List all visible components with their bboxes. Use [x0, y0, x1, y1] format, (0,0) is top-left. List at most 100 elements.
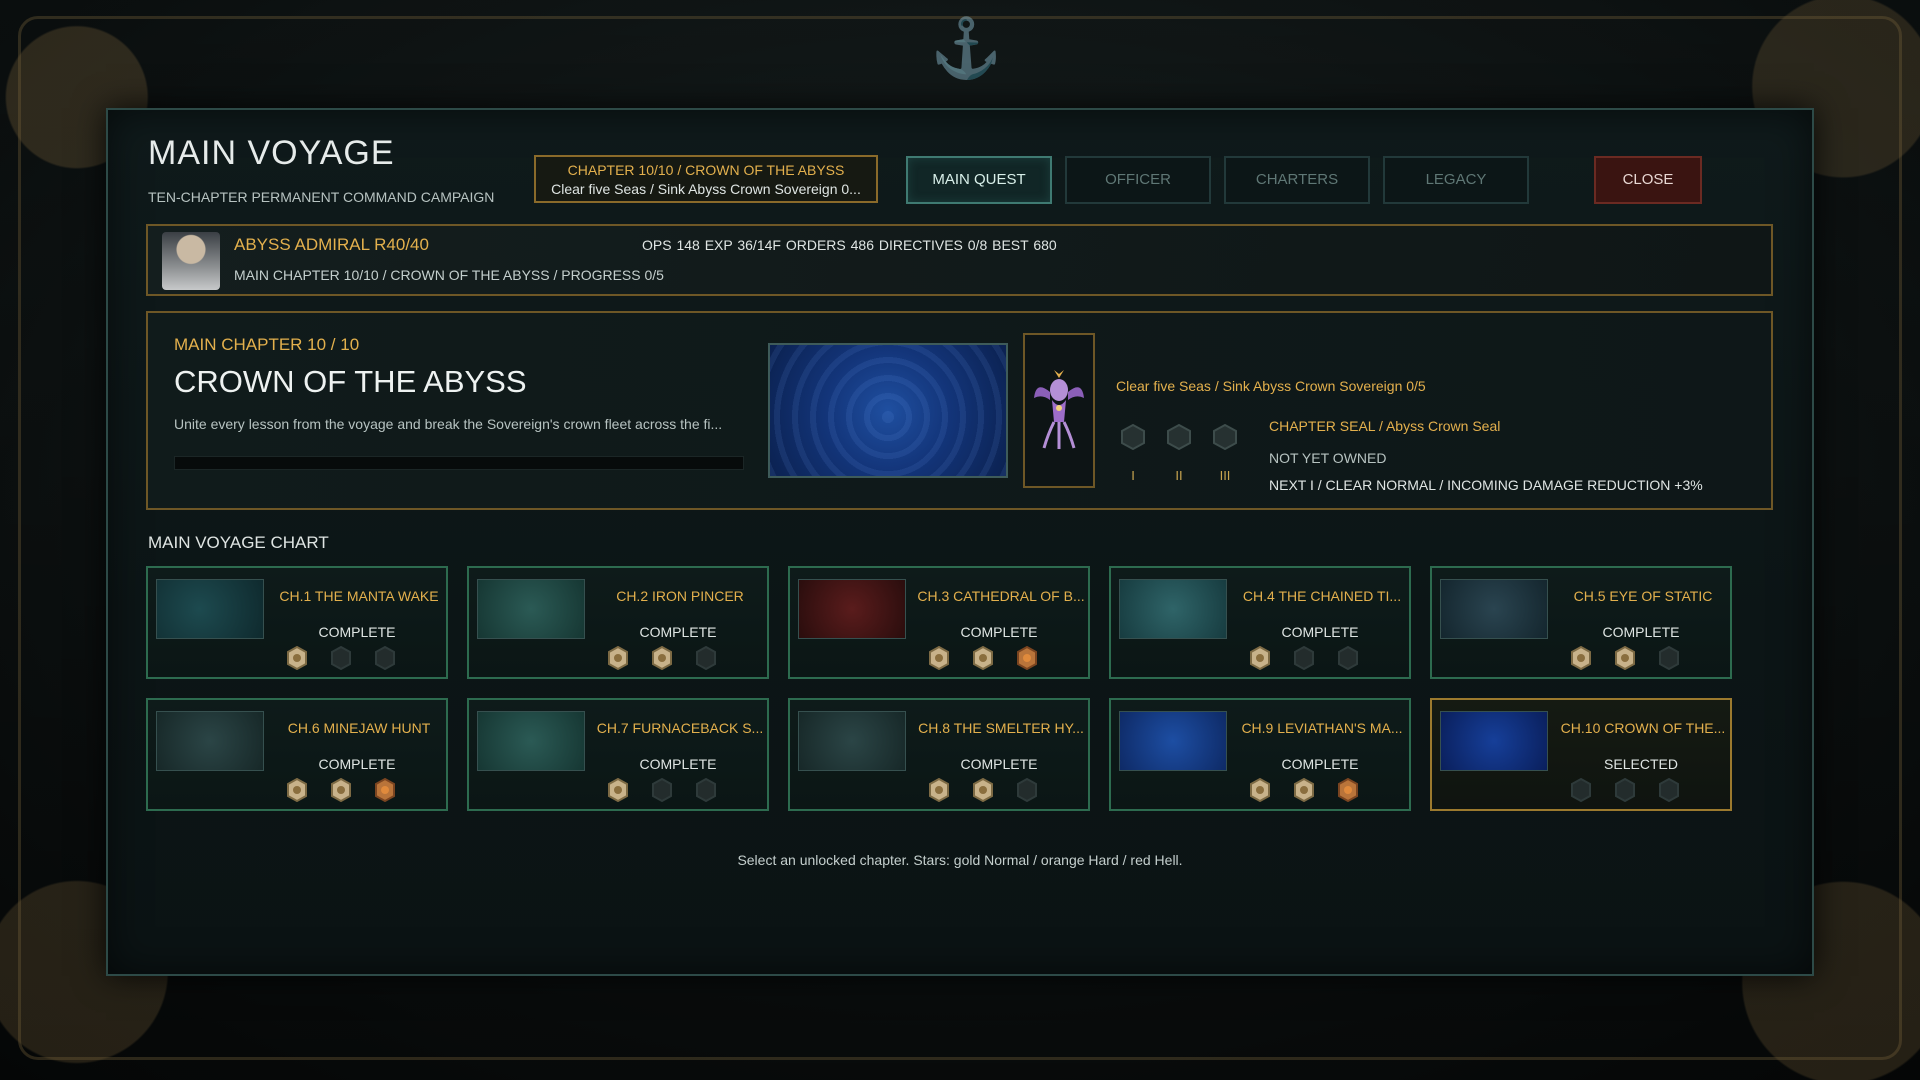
chapter-status: COMPLETE: [639, 756, 717, 772]
seal-tier-label: I: [1131, 468, 1135, 483]
current-chapter-objective: Clear five Seas / Sink Abyss Crown Sover…: [551, 181, 861, 197]
chapter-card[interactable]: CH.6 MINEJAW HUNT COMPLETE: [146, 698, 448, 811]
chapter-card[interactable]: CH.2 IRON PINCER COMPLETE: [467, 566, 769, 679]
tab-charters[interactable]: CHARTERS: [1224, 156, 1370, 204]
empty-star-icon: [375, 646, 395, 670]
chapter-stars: [1249, 646, 1389, 670]
seal-tier-icon: [1167, 424, 1191, 450]
empty-star-icon: [1571, 778, 1591, 802]
chapter-thumbnail: [477, 579, 585, 639]
chapter-thumbnail: [156, 579, 264, 639]
chapter-name: CH.1 THE MANTA WAKE: [279, 588, 439, 604]
chapter-thumbnail: [1119, 579, 1227, 639]
chapter-stars: [1570, 646, 1710, 670]
chapter-status: COMPLETE: [960, 756, 1038, 772]
chapter-stars: [607, 646, 747, 670]
avatar: [162, 232, 220, 290]
chapter-stars: [286, 778, 426, 802]
empty-star-icon: [1659, 646, 1679, 670]
chapter-name: CH.7 FURNACEBACK S...: [596, 720, 764, 736]
chapter-thumbnail: [156, 711, 264, 771]
chapter-card[interactable]: CH.7 FURNACEBACK S... COMPLETE: [467, 698, 769, 811]
commander-chapter-progress: MAIN CHAPTER 10/10 / CROWN OF THE ABYSS …: [234, 267, 664, 283]
seal-tier-icon: [1213, 424, 1237, 450]
chapter-thumbnail: [1119, 711, 1227, 771]
commander-name-rank: ABYSS ADMIRAL R40/40: [234, 235, 429, 254]
chapter-thumbnail: [798, 579, 906, 639]
chapter-detail-title: CROWN OF THE ABYSS: [174, 364, 527, 399]
commander-profile-bar: ABYSS ADMIRAL R40/40 OPS 148 EXP 36/14F …: [146, 224, 1773, 296]
close-button[interactable]: CLOSE: [1594, 156, 1702, 204]
empty-star-icon: [1338, 646, 1358, 670]
chapter-objective: Clear five Seas / Sink Abyss Crown Sover…: [1116, 378, 1426, 394]
normal-star-icon: [929, 646, 949, 670]
chapter-status: COMPLETE: [318, 624, 396, 640]
chapter-seal-name: CHAPTER SEAL / Abyss Crown Seal: [1269, 418, 1501, 434]
normal-star-icon: [652, 646, 672, 670]
normal-star-icon: [287, 778, 307, 802]
chapter-name: CH.8 THE SMELTER HY...: [918, 720, 1084, 736]
chapter-stars: [928, 778, 1068, 802]
empty-star-icon: [1615, 778, 1635, 802]
empty-star-icon: [331, 646, 351, 670]
normal-star-icon: [287, 646, 307, 670]
normal-star-icon: [973, 778, 993, 802]
chapter-card[interactable]: CH.1 THE MANTA WAKE COMPLETE: [146, 566, 448, 679]
chapter-stars: [928, 646, 1068, 670]
empty-star-icon: [1017, 778, 1037, 802]
chapter-status: SELECTED: [1604, 756, 1678, 772]
chapter-status: COMPLETE: [639, 624, 717, 640]
chapter-status: COMPLETE: [1602, 624, 1680, 640]
seal-tier-icon: [1121, 424, 1145, 450]
normal-star-icon: [1250, 646, 1270, 670]
empty-star-icon: [696, 778, 716, 802]
chapter-name: CH.5 EYE OF STATIC: [1573, 588, 1713, 604]
chapter-thumbnail: [477, 711, 585, 771]
chapter-status: COMPLETE: [318, 756, 396, 772]
normal-star-icon: [1250, 778, 1270, 802]
voyage-chart-title: MAIN VOYAGE CHART: [148, 533, 329, 552]
chapter-name: CH.2 IRON PINCER: [616, 588, 744, 604]
chapter-card[interactable]: CH.9 LEVIATHAN'S MA... COMPLETE: [1109, 698, 1411, 811]
empty-star-icon: [1294, 646, 1314, 670]
normal-star-icon: [1615, 646, 1635, 670]
normal-star-icon: [929, 778, 949, 802]
abyss-sovereign-boss-icon: [1034, 370, 1084, 449]
chapter-name: CH.4 THE CHAINED TI...: [1242, 588, 1402, 604]
anchor-icon: ⚓: [930, 16, 1003, 81]
commander-stats: OPS 148 EXP 36/14F ORDERS 486 DIRECTIVES…: [642, 237, 1057, 253]
chapter-thumbnail: [1440, 579, 1548, 639]
chapter-card[interactable]: CH.8 THE SMELTER HY... COMPLETE: [788, 698, 1090, 811]
chapter-status: COMPLETE: [1281, 756, 1359, 772]
chapter-name: CH.10 CROWN OF THE...: [1560, 720, 1726, 736]
empty-star-icon: [696, 646, 716, 670]
normal-star-icon: [608, 778, 628, 802]
seal-tier-label: II: [1175, 468, 1183, 483]
tab-main-quest[interactable]: MAIN QUEST: [906, 156, 1052, 204]
chapter-map-art: [768, 343, 1008, 478]
chapter-status: COMPLETE: [1281, 624, 1359, 640]
normal-star-icon: [331, 778, 351, 802]
chapter-detail-description: Unite every lesson from the voyage and b…: [174, 416, 723, 432]
current-chapter-box: CHAPTER 10/10 / CROWN OF THE ABYSS Clear…: [534, 155, 878, 203]
chapter-stars: [607, 778, 747, 802]
chapter-name: CH.3 CATHEDRAL OF B...: [917, 588, 1085, 604]
empty-star-icon: [1659, 778, 1679, 802]
chapter-stars: [1570, 778, 1710, 802]
normal-star-icon: [1571, 646, 1591, 670]
chapter-card[interactable]: CH.4 THE CHAINED TI... COMPLETE: [1109, 566, 1411, 679]
empty-star-icon: [652, 778, 672, 802]
normal-star-icon: [973, 646, 993, 670]
chapter-card[interactable]: CH.3 CATHEDRAL OF B... COMPLETE: [788, 566, 1090, 679]
tab-officer[interactable]: OFFICER: [1065, 156, 1211, 204]
page-subtitle: TEN-CHAPTER PERMANENT COMMAND CAMPAIGN: [148, 189, 495, 205]
chapter-card[interactable]: CH.5 EYE OF STATIC COMPLETE: [1430, 566, 1732, 679]
chapter-stars: [286, 646, 426, 670]
hard-star-icon: [1017, 646, 1037, 670]
chapter-name: CH.6 MINEJAW HUNT: [287, 720, 431, 736]
hint-text: Select an unlocked chapter. Stars: gold …: [737, 852, 1183, 868]
page-title: MAIN VOYAGE: [148, 134, 395, 172]
seal-tier-icons: I II III: [1120, 424, 1260, 494]
tab-legacy[interactable]: LEGACY: [1383, 156, 1529, 204]
chapter-card[interactable]: CH.10 CROWN OF THE... SELECTED: [1430, 698, 1732, 811]
